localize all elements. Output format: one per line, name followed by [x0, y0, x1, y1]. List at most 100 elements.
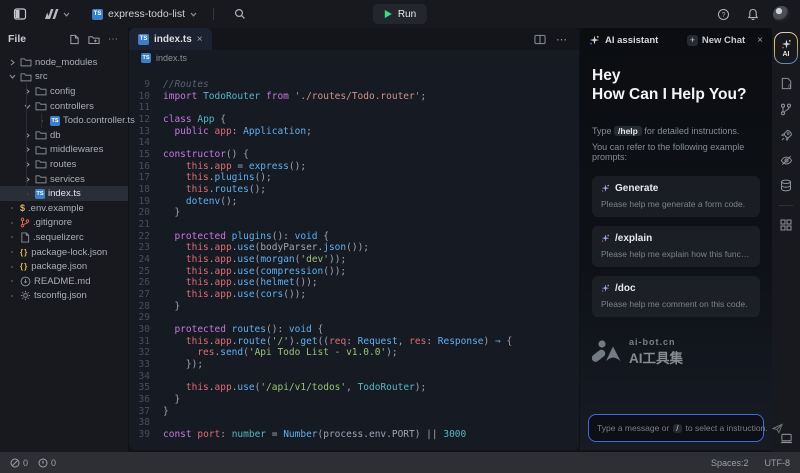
code-line-14[interactable]: 14 [129, 137, 579, 149]
send-icon[interactable] [772, 423, 783, 434]
file-bullet [11, 236, 13, 238]
code-line-12[interactable]: 12class App { [129, 114, 579, 126]
ts-badge-icon: TS [138, 34, 149, 45]
tree-item--env-example[interactable]: $.env.example [0, 201, 128, 216]
run-button[interactable]: Run [373, 4, 427, 24]
prompts-intro: You can refer to the following example p… [592, 142, 760, 162]
code-line-21[interactable]: 21 [129, 219, 579, 231]
code-line-29[interactable]: 29 [129, 312, 579, 324]
split-editor-icon[interactable] [534, 34, 546, 45]
code-line-15[interactable]: 15constructor() { [129, 149, 579, 161]
extensions-grid-icon[interactable] [780, 219, 792, 231]
code-line-34[interactable]: 34 [129, 371, 579, 383]
status-bar: 0 0 Spaces:2 UTF-8 [0, 452, 800, 473]
tree-item--gitignore[interactable]: .gitignore [0, 216, 128, 231]
watermark: ai-bot.cn AI工具集 [592, 337, 760, 367]
divider [213, 8, 214, 20]
code-line-38[interactable]: 38 [129, 417, 579, 429]
tree-item-controllers[interactable]: controllers [0, 99, 128, 114]
indentation-status[interactable]: Spaces:2 [711, 458, 749, 468]
folder-icon [35, 145, 47, 155]
new-chat-button[interactable]: + New Chat [687, 35, 745, 46]
code-line-32[interactable]: 32 res.send('Api Todo List - v1.0.0'); [129, 347, 579, 359]
tab-index-ts[interactable]: TS index.ts × [129, 28, 212, 50]
errors-status[interactable]: 0 [10, 458, 28, 468]
code-line-27[interactable]: 27 this.app.use(cors()); [129, 289, 579, 301]
gear-icon [20, 290, 31, 301]
tree-item-tsconfig-json[interactable]: tsconfig.json [0, 289, 128, 304]
code-line-39[interactable]: 39const port: number = Number(process.en… [129, 429, 579, 441]
prompt-card-generate[interactable]: GeneratePlease help me generate a form c… [592, 176, 760, 217]
avatar[interactable] [773, 6, 790, 23]
chat-input[interactable]: Type a message or / to select a instruct… [588, 414, 764, 442]
code-line-22[interactable]: 22 protected plugins(): void { [129, 231, 579, 243]
code-line-20[interactable]: 20 } [129, 207, 579, 219]
database-icon[interactable] [780, 179, 792, 192]
terminal-laptop-icon[interactable] [780, 433, 793, 444]
git-branch-icon[interactable] [780, 103, 792, 116]
editor-more-icon[interactable]: ⋯ [556, 33, 567, 46]
new-folder-icon[interactable] [86, 31, 102, 47]
tree-item--sequelizerc[interactable]: .sequelizerc [0, 230, 128, 245]
preview-off-icon[interactable] [780, 155, 793, 166]
file-bullet [11, 266, 13, 268]
breadcrumb[interactable]: TS index.ts [129, 50, 579, 66]
code-line-24[interactable]: 24 this.app.use(morgan('dev')); [129, 254, 579, 266]
tree-item-readme-md[interactable]: README.md [0, 274, 128, 289]
sidebar-toggle-icon[interactable] [10, 4, 30, 24]
docs-icon[interactable]: a [780, 77, 793, 90]
code-line-10[interactable]: 10import TodoRouter from './routes/Todo.… [129, 91, 579, 103]
more-actions-icon[interactable]: ⋯ [106, 31, 120, 47]
ts-file-icon: TS [50, 116, 60, 126]
prompt-card-explain[interactable]: /explainPlease help me explain how this … [592, 226, 760, 267]
tree-item-src[interactable]: src [0, 70, 128, 85]
encoding-status[interactable]: UTF-8 [765, 458, 791, 468]
code-line-28[interactable]: 28 } [129, 301, 579, 313]
code-line-17[interactable]: 17 this.plugins(); [129, 172, 579, 184]
tree-item-middlewares[interactable]: middlewares [0, 143, 128, 158]
new-file-icon[interactable] [66, 31, 82, 47]
code-line-37[interactable]: 37} [129, 406, 579, 418]
prompt-card-doc[interactable]: /docPlease help me comment on this code. [592, 276, 760, 317]
notifications-bell-icon[interactable] [743, 4, 763, 24]
input-placeholder: Type a message or [597, 423, 669, 433]
tree-item-package-json[interactable]: {}package.json [0, 259, 128, 274]
ts-badge-icon: TS [141, 53, 151, 63]
code-line-16[interactable]: 16 this.app = express(); [129, 161, 579, 173]
tree-item-package-lock-json[interactable]: {}package-lock.json [0, 245, 128, 260]
folder-icon [35, 174, 47, 184]
code-editor: TS index.ts × ⋯ TS index.ts 9//Routes10i… [129, 28, 579, 450]
code-line-33[interactable]: 33 }); [129, 359, 579, 371]
tree-item-index-ts[interactable]: TSindex.ts [0, 186, 128, 201]
code-line-18[interactable]: 18 this.routes(); [129, 184, 579, 196]
close-icon[interactable]: × [757, 35, 763, 46]
ai-assistant-tab[interactable]: AI [774, 32, 798, 64]
code-line-23[interactable]: 23 this.app.use(bodyParser.json()); [129, 242, 579, 254]
code-line-36[interactable]: 36 } [129, 394, 579, 406]
code-line-26[interactable]: 26 this.app.use(helmet()); [129, 277, 579, 289]
warnings-status[interactable]: 0 [38, 458, 56, 468]
json-file-icon: {} [20, 248, 28, 257]
app-logo[interactable] [44, 8, 70, 20]
tree-item-routes[interactable]: routes [0, 157, 128, 172]
code-line-25[interactable]: 25 this.app.use(compression()); [129, 266, 579, 278]
help-icon[interactable]: ? [713, 4, 733, 24]
code-line-31[interactable]: 31 this.app.route('/').get((req: Request… [129, 336, 579, 348]
search-icon[interactable] [230, 4, 250, 24]
code-line-11[interactable]: 11 [129, 102, 579, 114]
code-area[interactable]: 9//Routes10import TodoRouter from './rou… [129, 66, 579, 450]
code-line-19[interactable]: 19 dotenv(); [129, 196, 579, 208]
tab-close-icon[interactable]: × [197, 34, 203, 45]
rocket-icon[interactable] [780, 129, 793, 142]
code-line-35[interactable]: 35 this.app.use('/api/v1/todos', TodoRou… [129, 382, 579, 394]
project-switcher[interactable]: TS express-todo-list [92, 8, 197, 20]
tree-item-db[interactable]: db [0, 128, 128, 143]
code-line-30[interactable]: 30 protected routes(): void { [129, 324, 579, 336]
tree-item-todo-controller-ts[interactable]: TSTodo.controller.ts [0, 113, 128, 128]
code-line-9[interactable]: 9//Routes [129, 79, 579, 91]
tree-item-node-modules[interactable]: node_modules [0, 55, 128, 70]
chevron-right-icon [24, 88, 31, 95]
tree-item-config[interactable]: config [0, 84, 128, 99]
tree-item-services[interactable]: services [0, 172, 128, 187]
code-line-13[interactable]: 13 public app: Application; [129, 126, 579, 138]
